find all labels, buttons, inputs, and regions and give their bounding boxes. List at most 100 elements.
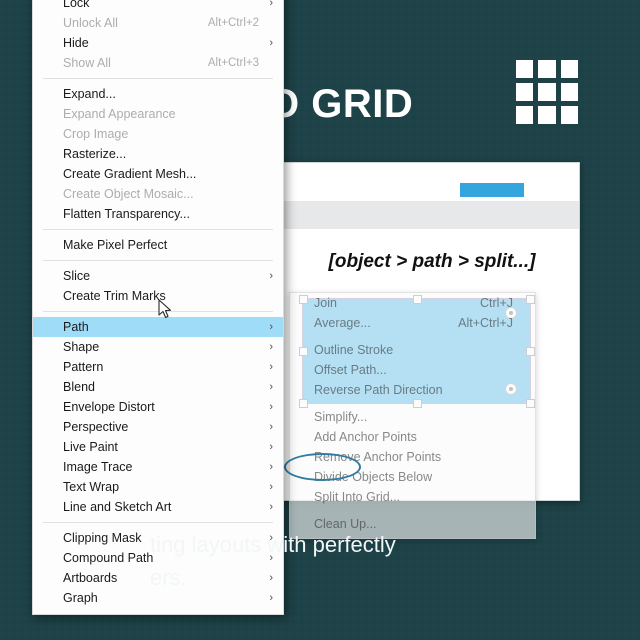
menu-item-label: Crop Image	[63, 127, 129, 141]
menu-divider	[43, 522, 273, 523]
menu-item-label: Blend	[63, 380, 95, 394]
menu-divider	[43, 78, 273, 79]
path-hint-label: [object > path > split...]	[328, 251, 536, 272]
menu-item-label: Lock	[63, 0, 90, 10]
submenu-item-label: Simplify...	[314, 410, 368, 424]
app-toolbar-band	[284, 201, 579, 229]
menu-item-label: Create Gradient Mesh...	[63, 167, 197, 181]
menu-item-shortcut: Alt+Ctrl+3	[207, 57, 259, 69]
grid-3x3-icon	[516, 60, 578, 124]
menu-item-label: Unlock All	[63, 16, 118, 30]
chevron-right-icon: ›	[269, 481, 273, 493]
menu-item-label: Create Object Mosaic...	[63, 187, 194, 201]
submenu-divider	[290, 400, 535, 407]
menu-item-label: Create Trim Marks	[63, 289, 166, 303]
chevron-right-icon: ›	[269, 321, 273, 333]
submenu-item-reverse-path-direction[interactable]: Reverse Path Direction	[290, 380, 535, 400]
object-context-menu[interactable]: Lock › Unlock All Alt+Ctrl+2 Hide › Show All Al…	[32, 0, 284, 615]
chevron-right-icon: ›	[269, 37, 273, 49]
menu-item-label: Live Paint	[63, 440, 118, 454]
menu-divider	[43, 260, 273, 261]
menu-item-hide[interactable]: Hide ›	[33, 33, 283, 53]
menu-item-label: Envelope Distort	[63, 400, 155, 414]
chevron-right-icon: ›	[269, 421, 273, 433]
submenu-item-add-anchor-points[interactable]: Add Anchor Points	[290, 427, 535, 447]
menu-item-label: Expand Appearance	[63, 107, 176, 121]
menu-item-shortcut: Alt+Ctrl+2	[207, 17, 259, 29]
chevron-right-icon: ›	[269, 461, 273, 473]
menu-item-rasterize[interactable]: Rasterize...	[33, 144, 283, 164]
submenu-item-outline-stroke[interactable]: Outline Stroke	[290, 340, 535, 360]
submenu-item-label: Outline Stroke	[314, 343, 394, 357]
chevron-right-icon: ›	[269, 270, 273, 282]
submenu-item-join[interactable]: Join Ctrl+J	[290, 293, 535, 313]
chevron-right-icon: ›	[269, 341, 273, 353]
annotation-ellipse	[284, 453, 361, 481]
menu-divider	[43, 311, 273, 312]
submenu-item-average[interactable]: Average... Alt+Ctrl+J	[290, 313, 535, 333]
menu-item-flatten-transparency[interactable]: Flatten Transparency...	[33, 204, 283, 224]
menu-item-label: Pattern	[63, 360, 104, 374]
submenu-divider	[290, 507, 535, 514]
menu-item-show-all: Show All Alt+Ctrl+3	[33, 53, 283, 73]
menu-item-label: Line and Sketch Art	[63, 500, 172, 514]
submenu-item-shortcut: Alt+Ctrl+J	[458, 316, 513, 330]
chevron-right-icon: ›	[269, 381, 273, 393]
menu-item-slice[interactable]: Slice ›	[33, 266, 283, 286]
chevron-right-icon: ›	[269, 361, 273, 373]
menu-item-perspective[interactable]: Perspective ›	[33, 417, 283, 437]
caption-line1: ting layouts with perfectly	[150, 532, 396, 557]
menu-item-text-wrap[interactable]: Text Wrap ›	[33, 477, 283, 497]
menu-item-label: Show All	[63, 56, 111, 70]
menu-item-line-and-sketch-art[interactable]: Line and Sketch Art ›	[33, 497, 283, 517]
path-submenu[interactable]: Join Ctrl+J Average... Alt+Ctrl+J Outline St…	[289, 292, 536, 539]
app-accent-bar	[460, 183, 524, 197]
menu-item-label: Slice	[63, 269, 91, 283]
submenu-item-label: Join	[314, 296, 337, 310]
menu-item-lock[interactable]: Lock ›	[33, 0, 283, 13]
menu-item-envelope-distort[interactable]: Envelope Distort ›	[33, 397, 283, 417]
caption-text: ting layouts with perfectly ers.	[150, 528, 620, 594]
submenu-item-split-into-grid[interactable]: Split Into Grid...	[290, 487, 535, 507]
menu-item-label: Path	[63, 320, 89, 334]
submenu-item-label: Average...	[314, 316, 371, 330]
page-title: O GRID	[268, 82, 414, 126]
menu-item-label: Make Pixel Perfect	[63, 238, 168, 252]
submenu-item-label: Add Anchor Points	[314, 430, 417, 444]
submenu-item-offset-path[interactable]: Offset Path...	[290, 360, 535, 380]
menu-item-label: Text Wrap	[63, 480, 120, 494]
menu-item-label: Shape	[63, 340, 100, 354]
menu-item-path[interactable]: Path ›	[33, 317, 283, 337]
submenu-item-simplify[interactable]: Simplify...	[290, 407, 535, 427]
menu-item-create-gradient-mesh[interactable]: Create Gradient Mesh...	[33, 164, 283, 184]
menu-item-expand[interactable]: Expand...	[33, 84, 283, 104]
menu-item-create-object-mosaic: Create Object Mosaic...	[33, 184, 283, 204]
menu-item-label: Compound Path	[63, 551, 154, 565]
menu-item-create-trim-marks[interactable]: Create Trim Marks	[33, 286, 283, 306]
submenu-item-shortcut: Ctrl+J	[480, 296, 513, 310]
menu-item-live-paint[interactable]: Live Paint ›	[33, 437, 283, 457]
menu-item-make-pixel-perfect[interactable]: Make Pixel Perfect	[33, 235, 283, 255]
menu-item-label: Clipping Mask	[63, 531, 142, 545]
submenu-divider	[290, 333, 535, 340]
menu-item-label: Artboards	[63, 571, 118, 585]
menu-item-image-trace[interactable]: Image Trace ›	[33, 457, 283, 477]
menu-item-pattern[interactable]: Pattern ›	[33, 357, 283, 377]
menu-item-label: Rasterize...	[63, 147, 127, 161]
submenu-item-label: Split Into Grid...	[314, 490, 401, 504]
chevron-right-icon: ›	[269, 441, 273, 453]
menu-item-label: Expand...	[63, 87, 116, 101]
menu-item-label: Image Trace	[63, 460, 133, 474]
menu-item-blend[interactable]: Blend ›	[33, 377, 283, 397]
menu-item-label: Flatten Transparency...	[63, 207, 190, 221]
submenu-item-label: Reverse Path Direction	[314, 383, 443, 397]
chevron-right-icon: ›	[269, 0, 273, 9]
submenu-item-label: Offset Path...	[314, 363, 387, 377]
menu-item-shape[interactable]: Shape ›	[33, 337, 283, 357]
chevron-right-icon: ›	[269, 401, 273, 413]
menu-item-unlock-all: Unlock All Alt+Ctrl+2	[33, 13, 283, 33]
menu-item-label: Perspective	[63, 420, 129, 434]
menu-item-expand-appearance: Expand Appearance	[33, 104, 283, 124]
caption-line2: ers.	[150, 565, 187, 590]
menu-item-crop-image: Crop Image	[33, 124, 283, 144]
